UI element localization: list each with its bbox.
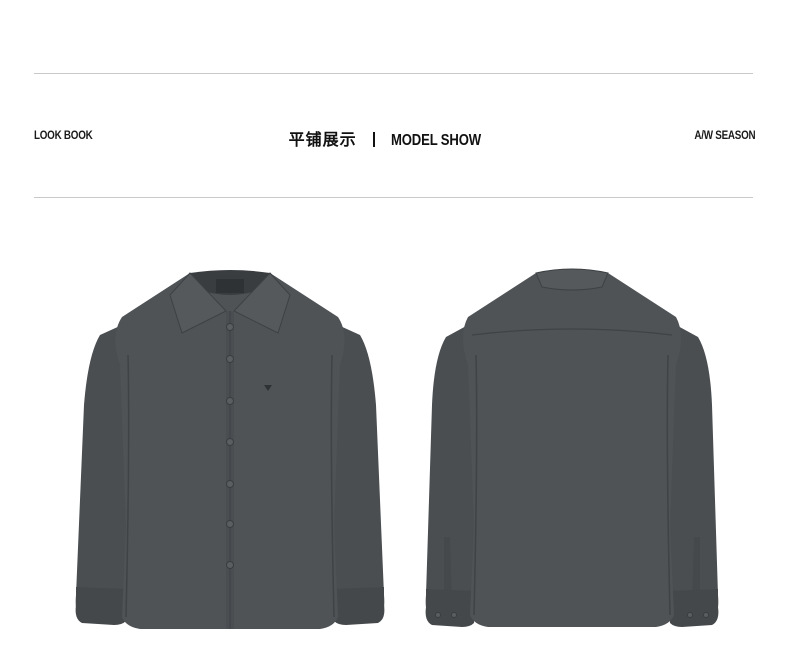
section-title-cn: 平铺展示 (288, 132, 357, 149)
shirt-front-image (75, 270, 385, 629)
season-label: A/W SEASON (694, 128, 755, 142)
section-title-en: MODEL SHOW (390, 132, 481, 149)
section-header: LOOK BOOK 平铺展示 MODEL SHOW A/W SEASON (34, 122, 755, 152)
section-title: 平铺展示 MODEL SHOW (34, 126, 755, 150)
bottom-divider (34, 197, 753, 198)
shirt-back-image (425, 268, 719, 627)
title-separator (372, 132, 375, 147)
top-divider (34, 73, 753, 74)
